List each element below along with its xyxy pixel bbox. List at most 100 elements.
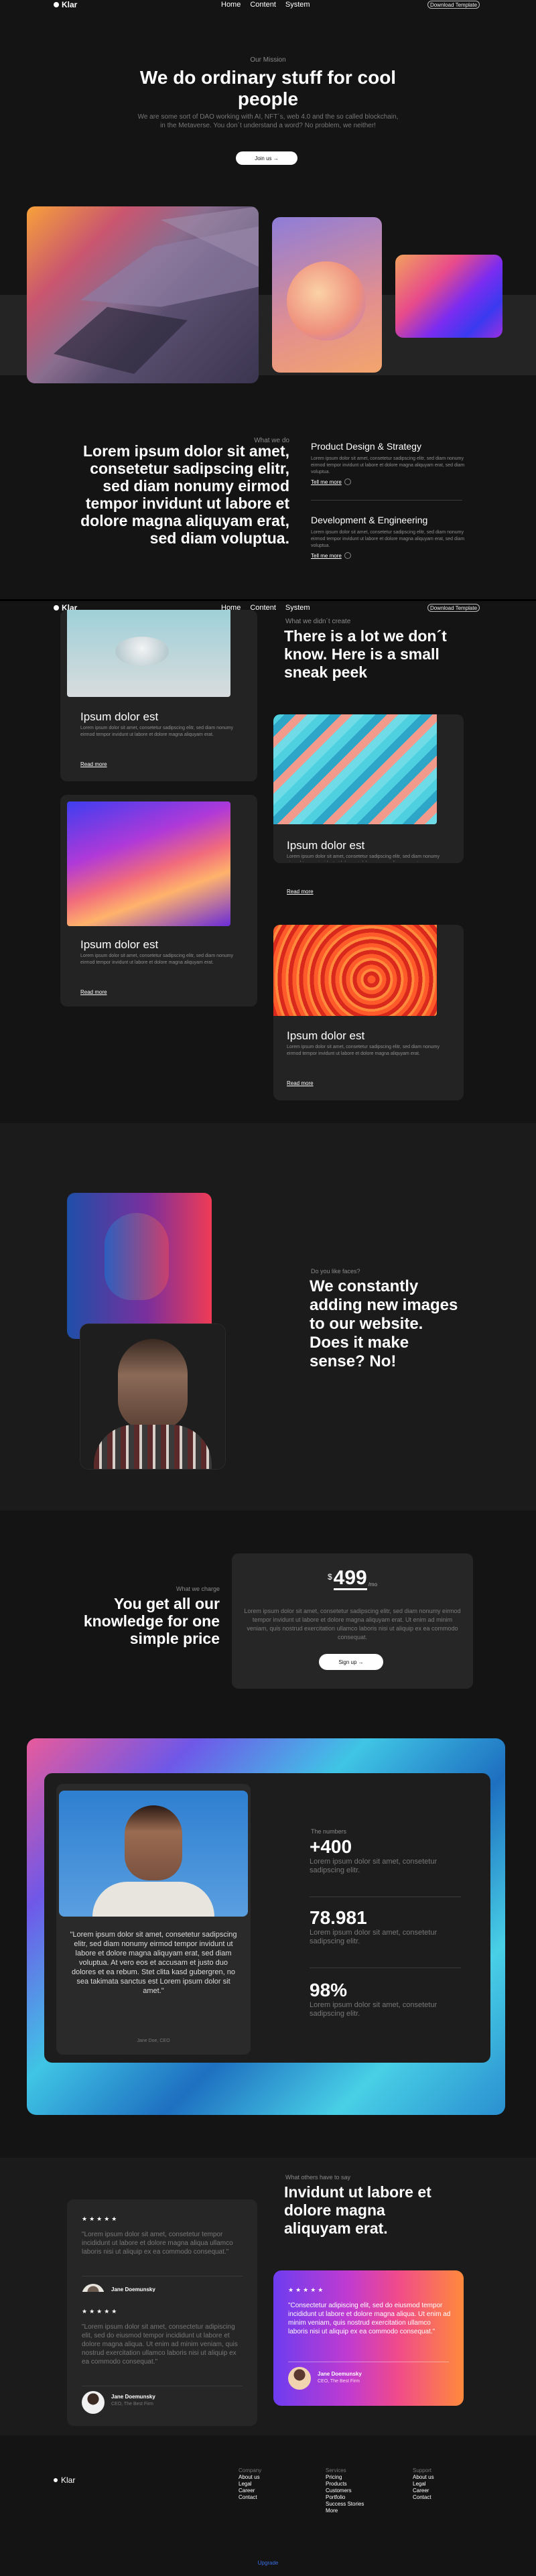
- footer-link[interactable]: Portfolio: [326, 2494, 364, 2501]
- arrow-circle-icon: [344, 552, 351, 559]
- download-template-button[interactable]: Download Template: [427, 604, 480, 612]
- testimonial-role: CEO, The Best Firm: [318, 2379, 360, 2384]
- footer-link[interactable]: Products: [326, 2481, 364, 2488]
- divider: [310, 1896, 461, 1897]
- top-nav: Klar Home Content System Download Templa…: [0, 0, 536, 9]
- hero-image-small: [395, 255, 503, 338]
- card-text: Lorem ipsum dolor sit amet, consetetur s…: [80, 954, 233, 965]
- tell-me-more-link-development[interactable]: Tell me more: [311, 552, 465, 559]
- footer-link[interactable]: More: [326, 2508, 364, 2514]
- nav-link-system[interactable]: System: [285, 604, 310, 612]
- footer-link[interactable]: Career: [413, 2488, 434, 2494]
- stats-quote: "Lorem ipsum dolor sit amet, consetetur …: [70, 1931, 237, 1995]
- testimonial-quote: "Lorem ipsum dolor sit amet, consetetur …: [82, 2231, 233, 2256]
- nav-link-content[interactable]: Content: [250, 1, 276, 9]
- hero-subtitle: We are some sort of DAO working with AI,…: [137, 113, 399, 129]
- sneak-heading: There is a lot we don´t know. Here is a …: [284, 627, 447, 681]
- hero-title: We do ordinary stuff for cool people: [139, 67, 397, 109]
- sneak-card-3: Ipsum dolor est Lorem ipsum dolor sit am…: [273, 714, 464, 863]
- hero-image-sphere: [272, 217, 382, 373]
- read-more-link[interactable]: Read more: [287, 889, 314, 895]
- read-more-link[interactable]: Read more: [80, 761, 107, 767]
- stats-quote-author: Jane Doe, CEO: [137, 2039, 170, 2043]
- price-value: 499: [333, 1567, 367, 1590]
- hero-image-large: [27, 206, 259, 383]
- card-title: Ipsum dolor est: [80, 938, 159, 951]
- nav-link-home[interactable]: Home: [221, 1, 241, 9]
- hero-eyebrow: Our Mission: [250, 56, 286, 64]
- face-image-1: [67, 1193, 212, 1339]
- stat-value: 78.981: [310, 1907, 367, 1928]
- logo-dot-icon: [54, 2478, 58, 2482]
- pricing-card: $ 499 /mo Lorem ipsum dolor sit amet, co…: [232, 1553, 473, 1689]
- price-display: $ 499 /mo: [327, 1567, 378, 1590]
- tell-me-more-link-design[interactable]: Tell me more: [311, 478, 465, 485]
- service-title: Product Design & Strategy: [311, 441, 421, 452]
- footer-link[interactable]: Pricing: [326, 2474, 364, 2481]
- stat-text: Lorem ipsum dolor sit amet, consetetur s…: [310, 2001, 438, 2018]
- logo[interactable]: Klar: [54, 0, 77, 9]
- footer-column-support: Support About us Legal Career Contact: [413, 2467, 434, 2501]
- divider: [311, 500, 462, 501]
- footer-bottom-link[interactable]: Upgrade: [0, 2560, 536, 2566]
- testimonial-name: Jane Doemunsky: [111, 2394, 155, 2400]
- stat-item-2: 78.981 Lorem ipsum dolor sit amet, conse…: [310, 1907, 464, 1946]
- nav-link-system[interactable]: System: [285, 1, 310, 9]
- face-silhouette-icon: [118, 1339, 188, 1430]
- pricing-eyebrow: What we charge: [176, 1586, 220, 1592]
- footer-link[interactable]: Contact: [413, 2494, 434, 2501]
- footer-link[interactable]: Customers: [326, 2488, 364, 2494]
- abstract-shape-icon: [54, 206, 259, 374]
- rating-stars-icon: ★★★★★: [288, 2287, 326, 2293]
- read-more-link[interactable]: Read more: [287, 1080, 314, 1086]
- card-title: Ipsum dolor est: [287, 839, 365, 852]
- quote-card: "Lorem ipsum dolor sit amet, consetetur …: [56, 1784, 251, 2055]
- rating-stars-icon: ★★★★★: [82, 2308, 119, 2315]
- shirt-icon: [92, 1882, 214, 1917]
- pricing-heading: You get all our knowledge for one simple…: [83, 1595, 220, 1647]
- footer-link[interactable]: Contact: [239, 2494, 261, 2501]
- arrow-circle-icon: [344, 478, 351, 485]
- sign-up-button[interactable]: Sign up →: [319, 1654, 383, 1670]
- download-template-button[interactable]: Download Template: [427, 1, 480, 9]
- face-silhouette-icon: [125, 1805, 182, 1880]
- avatar: [288, 2367, 311, 2390]
- testimonial-role: CEO, The Best Firm: [111, 2402, 153, 2406]
- faces-eyebrow: Do you like faces?: [311, 1268, 360, 1275]
- stat-item-1: +400 Lorem ipsum dolor sit amet, consete…: [310, 1836, 464, 1875]
- stat-value: +400: [310, 1836, 352, 1857]
- footer-link[interactable]: About us: [413, 2474, 434, 2481]
- join-us-button[interactable]: Join us →: [236, 151, 297, 165]
- footer-link[interactable]: Legal: [239, 2481, 261, 2488]
- testimonial-card-featured: ★★★★★ "Consectetur adipiscing elit, sed …: [273, 2270, 464, 2406]
- card-text: Lorem ipsum dolor sit amet, consetetur s…: [80, 726, 233, 737]
- footer-link[interactable]: Legal: [413, 2481, 434, 2488]
- footer-link[interactable]: Success Stories: [326, 2501, 364, 2508]
- card-text: Lorem ipsum dolor sit amet, consetetur s…: [287, 854, 440, 862]
- card-image: [67, 801, 230, 926]
- sneak-card-2: Ipsum dolor est Lorem ipsum dolor sit am…: [60, 795, 257, 1007]
- testimonial-quote: "Consectetur adipiscing elit, sed do eiu…: [288, 2302, 451, 2335]
- footer-link[interactable]: About us: [239, 2474, 261, 2481]
- sneak-card-1: Ipsum dolor est Lorem ipsum dolor sit am…: [60, 610, 257, 781]
- stat-text: Lorem ipsum dolor sit amet, consetetur s…: [310, 1929, 438, 1945]
- footer-column-services: Services Pricing Products Customers Port…: [326, 2467, 364, 2514]
- service-text: Lorem ipsum dolor sit amet, consetetur s…: [311, 530, 465, 548]
- logo-dot-icon: [54, 605, 59, 610]
- footer-logo[interactable]: Klar: [54, 2475, 75, 2485]
- card-image: [273, 925, 437, 1016]
- read-more-link[interactable]: Read more: [80, 989, 107, 995]
- avatar: [82, 2391, 105, 2414]
- card-title: Ipsum dolor est: [287, 1029, 365, 1042]
- services-heading: Lorem ipsum dolor sit amet, consetetur s…: [80, 442, 289, 547]
- shirt-icon: [94, 1425, 212, 1469]
- card-image: [67, 610, 230, 697]
- footer-column-company: Company About us Legal Career Contact: [239, 2467, 262, 2501]
- portrait-image: [59, 1791, 248, 1917]
- logo-dot-icon: [54, 2, 59, 7]
- service-text: Lorem ipsum dolor sit amet, consetetur s…: [311, 456, 465, 474]
- pricing-text: Lorem ipsum dolor sit amet, consetetur s…: [244, 1608, 461, 1640]
- footer-link[interactable]: Career: [239, 2488, 261, 2494]
- card-text: Lorem ipsum dolor sit amet, consetetur s…: [287, 1045, 440, 1056]
- testimonial-quote: "Lorem ipsum dolor sit amet, consectetur…: [82, 2323, 238, 2366]
